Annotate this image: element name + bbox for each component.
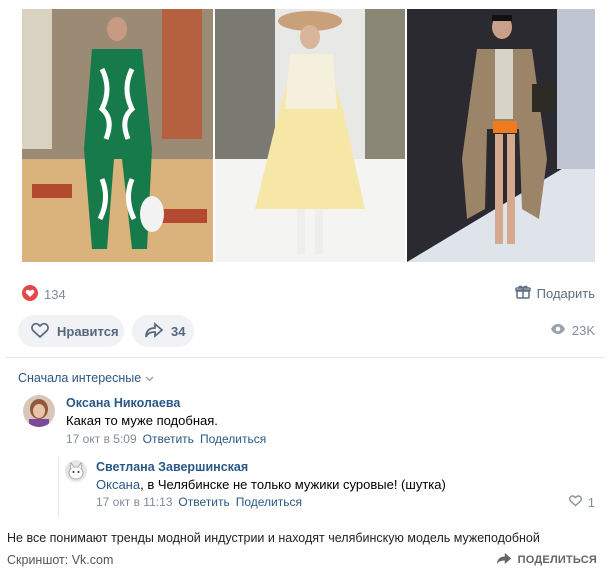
comment-time[interactable]: 17 окт в 11:13	[96, 495, 172, 509]
sort-label: Сначала интересные	[18, 371, 142, 385]
runway-photo-yellow-dress[interactable]	[215, 9, 405, 262]
comments-sort-dropdown[interactable]: Сначала интересные	[18, 371, 154, 385]
avatar[interactable]	[65, 460, 87, 482]
comment-author[interactable]: Оксана Николаева	[66, 396, 180, 410]
comment-share-button[interactable]: Поделиться	[236, 495, 302, 509]
views-counter: 23K	[550, 323, 595, 338]
thread-line	[58, 457, 59, 517]
share-arrow-icon	[144, 321, 164, 341]
share-label: ПОДЕЛИТЬСЯ	[517, 554, 597, 566]
like-button[interactable]: Нравится	[18, 315, 124, 347]
comment-likes-count: 1	[587, 494, 595, 510]
comment-text: Оксана, в Челябинске не только мужики су…	[96, 477, 446, 492]
comment-meta: 17 окт в 11:13 Ответить Поделиться	[96, 495, 302, 509]
heart-icon	[22, 284, 38, 304]
comment-author[interactable]: Светлана Завершинская	[96, 460, 248, 474]
comment-time[interactable]: 17 окт в 5:09	[66, 432, 137, 446]
reply-button[interactable]: Ответить	[178, 495, 229, 509]
views-count: 23K	[571, 323, 595, 338]
avatar[interactable]	[23, 395, 55, 427]
reactions-count: 134	[44, 286, 66, 302]
eye-icon	[550, 323, 566, 338]
share-arrow-icon	[496, 552, 512, 568]
gift-label: Подарить	[536, 286, 595, 301]
like-label: Нравится	[57, 323, 119, 339]
chevron-down-icon	[145, 371, 154, 385]
runway-photo-trench-coat[interactable]	[407, 9, 595, 262]
heart-outline-icon	[568, 494, 583, 510]
comment-share-button[interactable]: Поделиться	[200, 432, 266, 446]
mention-link[interactable]: Оксана	[96, 477, 140, 492]
runway-photo-green-suit[interactable]	[22, 9, 213, 262]
section-divider	[5, 357, 604, 358]
image-source: Скриншот: Vk.com	[7, 553, 114, 567]
shares-count: 34	[171, 323, 186, 339]
image-caption: Не все понимают тренды модной индустрии …	[7, 531, 540, 545]
share-article-button[interactable]: ПОДЕЛИТЬСЯ	[496, 552, 597, 568]
heart-outline-icon	[30, 321, 50, 342]
comment-like-button[interactable]: 1	[568, 494, 595, 510]
comment-text: Какая то муже подобная.	[66, 413, 218, 428]
comment-text-body: , в Челябинске не только мужики суровые!…	[140, 477, 446, 492]
reactions-summary[interactable]: 134	[22, 284, 66, 304]
gift-button[interactable]: Подарить	[514, 284, 595, 303]
gift-icon	[514, 284, 531, 303]
share-post-button[interactable]: 34	[132, 315, 194, 347]
comment-meta: 17 окт в 5:09 Ответить Поделиться	[66, 432, 266, 446]
reply-button[interactable]: Ответить	[143, 432, 194, 446]
